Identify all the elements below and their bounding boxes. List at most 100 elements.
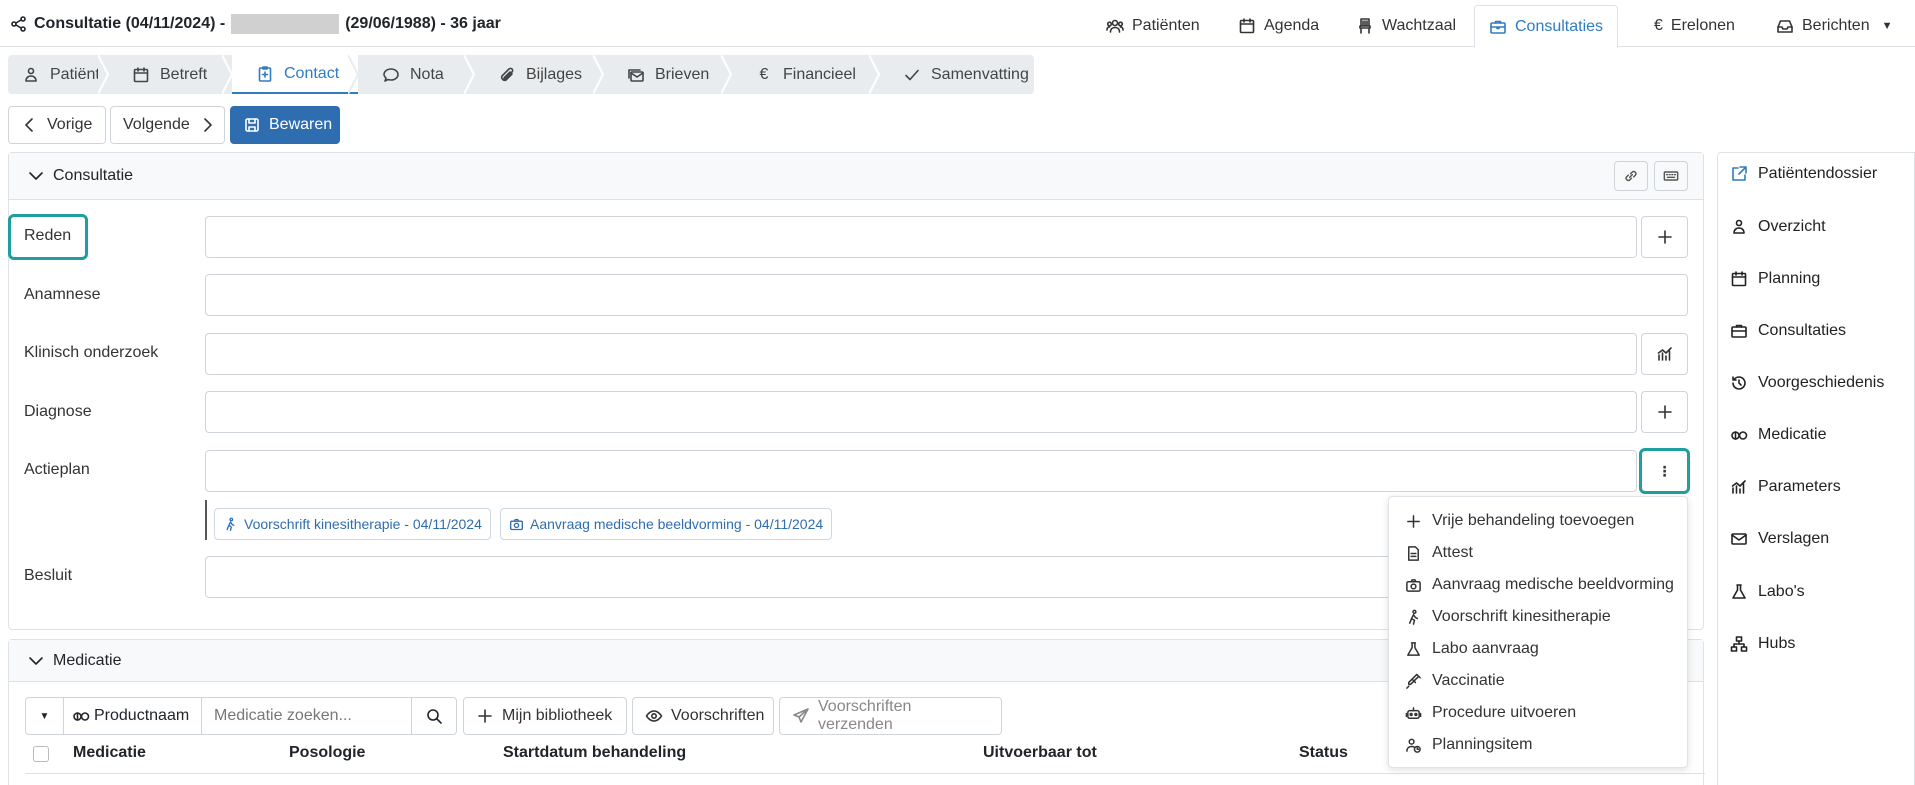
menu-item-planningsitem[interactable]: Planningsitem xyxy=(1405,729,1533,761)
product-filter[interactable]: Productnaam xyxy=(64,698,202,734)
step-samenvatting[interactable]: Samenvatting xyxy=(879,55,1034,94)
nav-tab-berichten[interactable]: Berichten ▼ xyxy=(1762,5,1906,47)
column-header[interactable]: Medicatie xyxy=(73,744,146,762)
chip-label: Aanvraag medische beeldvorming - 04/11/2… xyxy=(530,516,824,532)
parameters-chart-button[interactable] xyxy=(1641,333,1688,375)
link-button[interactable] xyxy=(1614,161,1648,191)
medicatie-search-input[interactable]: Medicatie zoeken... xyxy=(202,698,412,734)
reden-field[interactable] xyxy=(205,216,1637,258)
step-label: Patiënt xyxy=(50,65,100,83)
chat-icon xyxy=(382,66,400,84)
redacted-patient-name xyxy=(231,14,340,34)
nav-tab-label: Wachtzaal xyxy=(1382,17,1457,34)
patient-sidebar: Patiëntendossier Overzicht Planning Cons… xyxy=(1717,152,1915,785)
filter-dropdown-toggle[interactable]: ▼ xyxy=(26,698,64,734)
step-bijlages[interactable]: Bijlages xyxy=(474,55,605,94)
sidebar-item-overzicht[interactable]: Overzicht xyxy=(1730,218,1826,236)
chevron-right-icon xyxy=(198,116,216,134)
walking-person-icon xyxy=(223,517,238,532)
actieplan-dropdown-menu: Vrije behandeling toevoegen Attest Aanvr… xyxy=(1388,496,1688,768)
nav-tab-wachtzaal[interactable]: Wachtzaal xyxy=(1342,5,1470,47)
actieplan-more-button[interactable]: ⋮ xyxy=(1639,448,1690,494)
actieplan-field[interactable] xyxy=(205,450,1637,492)
anamnese-field[interactable] xyxy=(205,274,1688,316)
menu-item-aanvraag-beeldvorming[interactable]: Aanvraag medische beeldvorming xyxy=(1405,569,1674,601)
sidebar-item-parameters[interactable]: Parameters xyxy=(1730,478,1841,496)
column-header[interactable]: Startdatum behandeling xyxy=(503,744,686,762)
step-separator xyxy=(348,55,360,94)
menu-item-voorschrift-kinesitherapie[interactable]: Voorschrift kinesitherapie xyxy=(1405,601,1611,633)
save-label: Bewaren xyxy=(269,116,333,133)
sidebar-item-voorgeschiedenis[interactable]: Voorgeschiedenis xyxy=(1730,374,1884,392)
step-brieven[interactable]: Brieven xyxy=(603,55,733,94)
paperclip-icon xyxy=(498,66,516,84)
menu-item-label: Procedure uitvoeren xyxy=(1432,704,1577,721)
menu-item-attest[interactable]: Attest xyxy=(1405,537,1473,569)
nav-tab-erelonen[interactable]: € Erelonen xyxy=(1640,5,1749,47)
step-contact[interactable]: Contact xyxy=(232,55,360,94)
euro-icon: € xyxy=(1654,17,1663,34)
link-icon xyxy=(1623,168,1639,184)
next-button[interactable]: Volgende xyxy=(110,106,225,144)
sidebar-item-consultaties[interactable]: Consultaties xyxy=(1730,322,1846,340)
diagnose-field[interactable] xyxy=(205,391,1637,433)
nav-tab-consultaties[interactable]: Consultaties xyxy=(1474,5,1619,48)
column-header[interactable]: Uitvoerbaar tot xyxy=(983,744,1097,762)
consultatie-card-header[interactable]: Consultatie xyxy=(9,153,1703,200)
chevron-left-icon xyxy=(21,116,39,134)
share-nodes-icon xyxy=(10,15,28,33)
add-diagnose-button[interactable] xyxy=(1641,391,1688,433)
column-header[interactable]: Status xyxy=(1299,744,1348,762)
sidebar-item-patientendossier[interactable]: Patiëntendossier xyxy=(1730,165,1877,183)
klinisch-onderzoek-field[interactable] xyxy=(205,333,1637,375)
menu-item-procedure-uitvoeren[interactable]: Procedure uitvoeren xyxy=(1405,697,1576,729)
menu-item-label: Voorschrift kinesitherapie xyxy=(1432,608,1611,625)
sidebar-item-hubs[interactable]: Hubs xyxy=(1730,635,1795,653)
step-patient[interactable]: Patiënt xyxy=(8,55,110,94)
clipboard-plus-icon xyxy=(256,65,274,83)
step-betreft[interactable]: Betreft xyxy=(108,55,234,94)
menu-item-label: Vaccinatie xyxy=(1432,672,1505,689)
eye-icon xyxy=(645,707,663,725)
camera-icon xyxy=(1405,577,1422,594)
consultatie-title: Consultatie xyxy=(53,167,134,184)
top-navigation: Consultatie (04/11/2024) - (29/06/1988) … xyxy=(0,0,1915,48)
menu-item-vaccinatie[interactable]: Vaccinatie xyxy=(1405,665,1505,697)
next-label: Volgende xyxy=(123,116,190,133)
my-library-label: Mijn bibliotheek xyxy=(502,707,613,724)
title-suffix: (29/06/1988) - 36 jaar xyxy=(345,15,501,32)
step-financieel[interactable]: € Financieel xyxy=(731,55,881,94)
sidebar-item-labos[interactable]: Labo's xyxy=(1730,583,1805,601)
my-library-button[interactable]: Mijn bibliotheek xyxy=(463,697,627,735)
klinisch-onderzoek-label: Klinisch onderzoek xyxy=(24,344,159,361)
column-header[interactable]: Posologie xyxy=(289,744,365,762)
calendar-icon xyxy=(132,66,150,84)
sidebar-item-label: Voorgeschiedenis xyxy=(1758,374,1885,391)
send-prescriptions-button[interactable]: Voorschriften verzenden xyxy=(779,697,1002,735)
syringe-icon xyxy=(1405,673,1422,690)
menu-item-vrije-behandeling[interactable]: Vrije behandeling toevoegen xyxy=(1405,505,1634,537)
chip-aanvraag-beeldvorming[interactable]: Aanvraag medische beeldvorming - 04/11/2… xyxy=(500,508,833,540)
select-all-checkbox[interactable] xyxy=(33,746,49,762)
save-button[interactable]: Bewaren xyxy=(230,106,340,144)
keyboard-button[interactable] xyxy=(1654,161,1688,191)
step-label: Nota xyxy=(410,65,444,83)
previous-label: Vorige xyxy=(47,116,93,133)
menu-item-labo-aanvraag[interactable]: Labo aanvraag xyxy=(1405,633,1539,665)
step-nota[interactable]: Nota xyxy=(358,55,476,94)
sidebar-item-verslagen[interactable]: Verslagen xyxy=(1730,530,1829,548)
search-button[interactable] xyxy=(412,698,456,734)
previous-button[interactable]: Vorige xyxy=(8,106,106,144)
nav-tab-label: Patiënten xyxy=(1132,17,1200,34)
nav-tab-agenda[interactable]: Agenda xyxy=(1224,5,1333,47)
nav-tab-patienten[interactable]: Patiënten xyxy=(1092,5,1214,47)
flask-icon xyxy=(1730,583,1748,601)
chip-voorschrift-kinesitherapie[interactable]: Voorschrift kinesitherapie - 04/11/2024 xyxy=(214,508,491,540)
search-icon xyxy=(425,707,443,725)
sidebar-item-label: Parameters xyxy=(1758,478,1841,495)
sidebar-item-medicatie[interactable]: Medicatie xyxy=(1730,426,1826,444)
walking-person-icon xyxy=(1405,609,1422,626)
prescriptions-button[interactable]: Voorschriften xyxy=(632,697,774,735)
sidebar-item-planning[interactable]: Planning xyxy=(1730,270,1820,288)
add-reden-button[interactable] xyxy=(1641,216,1688,258)
